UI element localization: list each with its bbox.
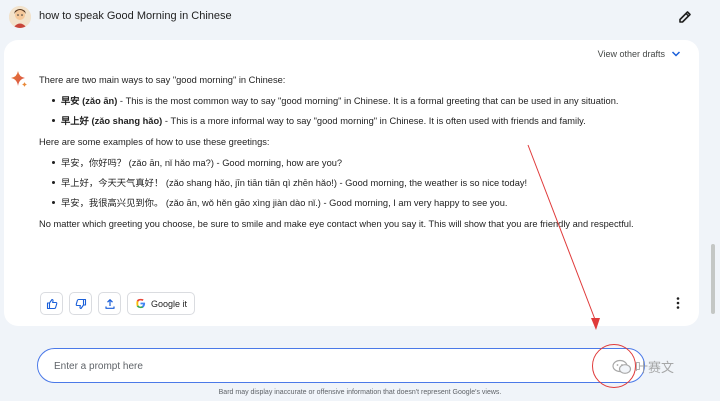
list-item: 早上好 (zǎo shang hǎo) - This is a more inf… (39, 114, 679, 128)
more-vert-icon[interactable] (673, 295, 683, 311)
response-closing: No matter which greeting you choose, be … (39, 219, 634, 229)
watermark: 叶赛文 (612, 357, 674, 376)
response-actions: Google it (40, 292, 196, 315)
greeting-term: 早上好 (zǎo shang hǎo) (61, 116, 163, 126)
disclaimer-text: Bard may display inaccurate or offensive… (218, 389, 502, 396)
prompt-box[interactable] (37, 348, 645, 383)
list-item: 早上好，今天天气真好！ (zǎo shang hǎo, jīn tiān tiā… (39, 176, 679, 190)
prompt-input[interactable] (54, 358, 594, 374)
google-it-label: Google it (151, 298, 188, 309)
thumbs-up-button[interactable] (40, 292, 63, 315)
response-intro: There are two main ways to say "good mor… (39, 75, 286, 85)
share-button[interactable] (98, 292, 121, 315)
greeting-list: 早安 (zǎo ān) - This is the most common wa… (39, 94, 679, 128)
watermark-text: 叶赛文 (635, 360, 675, 375)
thumbs-down-button[interactable] (69, 292, 92, 315)
list-item: 早安，我很高兴见到你。 (zǎo ān, wǒ hěn gāo xìng jià… (39, 196, 679, 210)
google-it-button[interactable]: Google it (127, 292, 196, 315)
edit-icon[interactable] (676, 8, 694, 26)
google-g-icon (136, 298, 146, 309)
thumbs-down-icon (75, 298, 86, 309)
list-item: 早安 (zǎo ān) - This is the most common wa… (39, 94, 679, 108)
greeting-desc: - This is the most common way to say "go… (117, 96, 619, 106)
share-icon (104, 298, 115, 309)
view-drafts-button[interactable]: View other drafts (598, 49, 681, 59)
greeting-term: 早安 (zǎo ān) (61, 96, 118, 106)
chevron-down-icon (671, 51, 681, 57)
user-avatar (9, 6, 31, 28)
list-item: 早安，你好吗？ (zǎo ān, nǐ hǎo ma?) - Good morn… (39, 156, 679, 170)
response-content: There are two main ways to say "good mor… (39, 73, 679, 238)
page-scrollbar[interactable] (711, 244, 715, 314)
response-card: View other drafts There are two main way… (4, 40, 699, 326)
examples-list: 早安，你好吗？ (zǎo ān, nǐ hǎo ma?) - Good morn… (39, 156, 679, 210)
thumbs-up-icon (46, 298, 57, 309)
user-query: how to speak Good Morning in Chinese (39, 10, 232, 22)
wechat-icon (612, 359, 632, 374)
chat-header: how to speak Good Morning in Chinese (0, 0, 720, 36)
bard-sparkle-icon (10, 70, 28, 88)
examples-intro: Here are some examples of how to use the… (39, 137, 270, 147)
view-drafts-label: View other drafts (597, 49, 665, 59)
greeting-desc: - This is a more informal way to say "go… (162, 116, 586, 126)
